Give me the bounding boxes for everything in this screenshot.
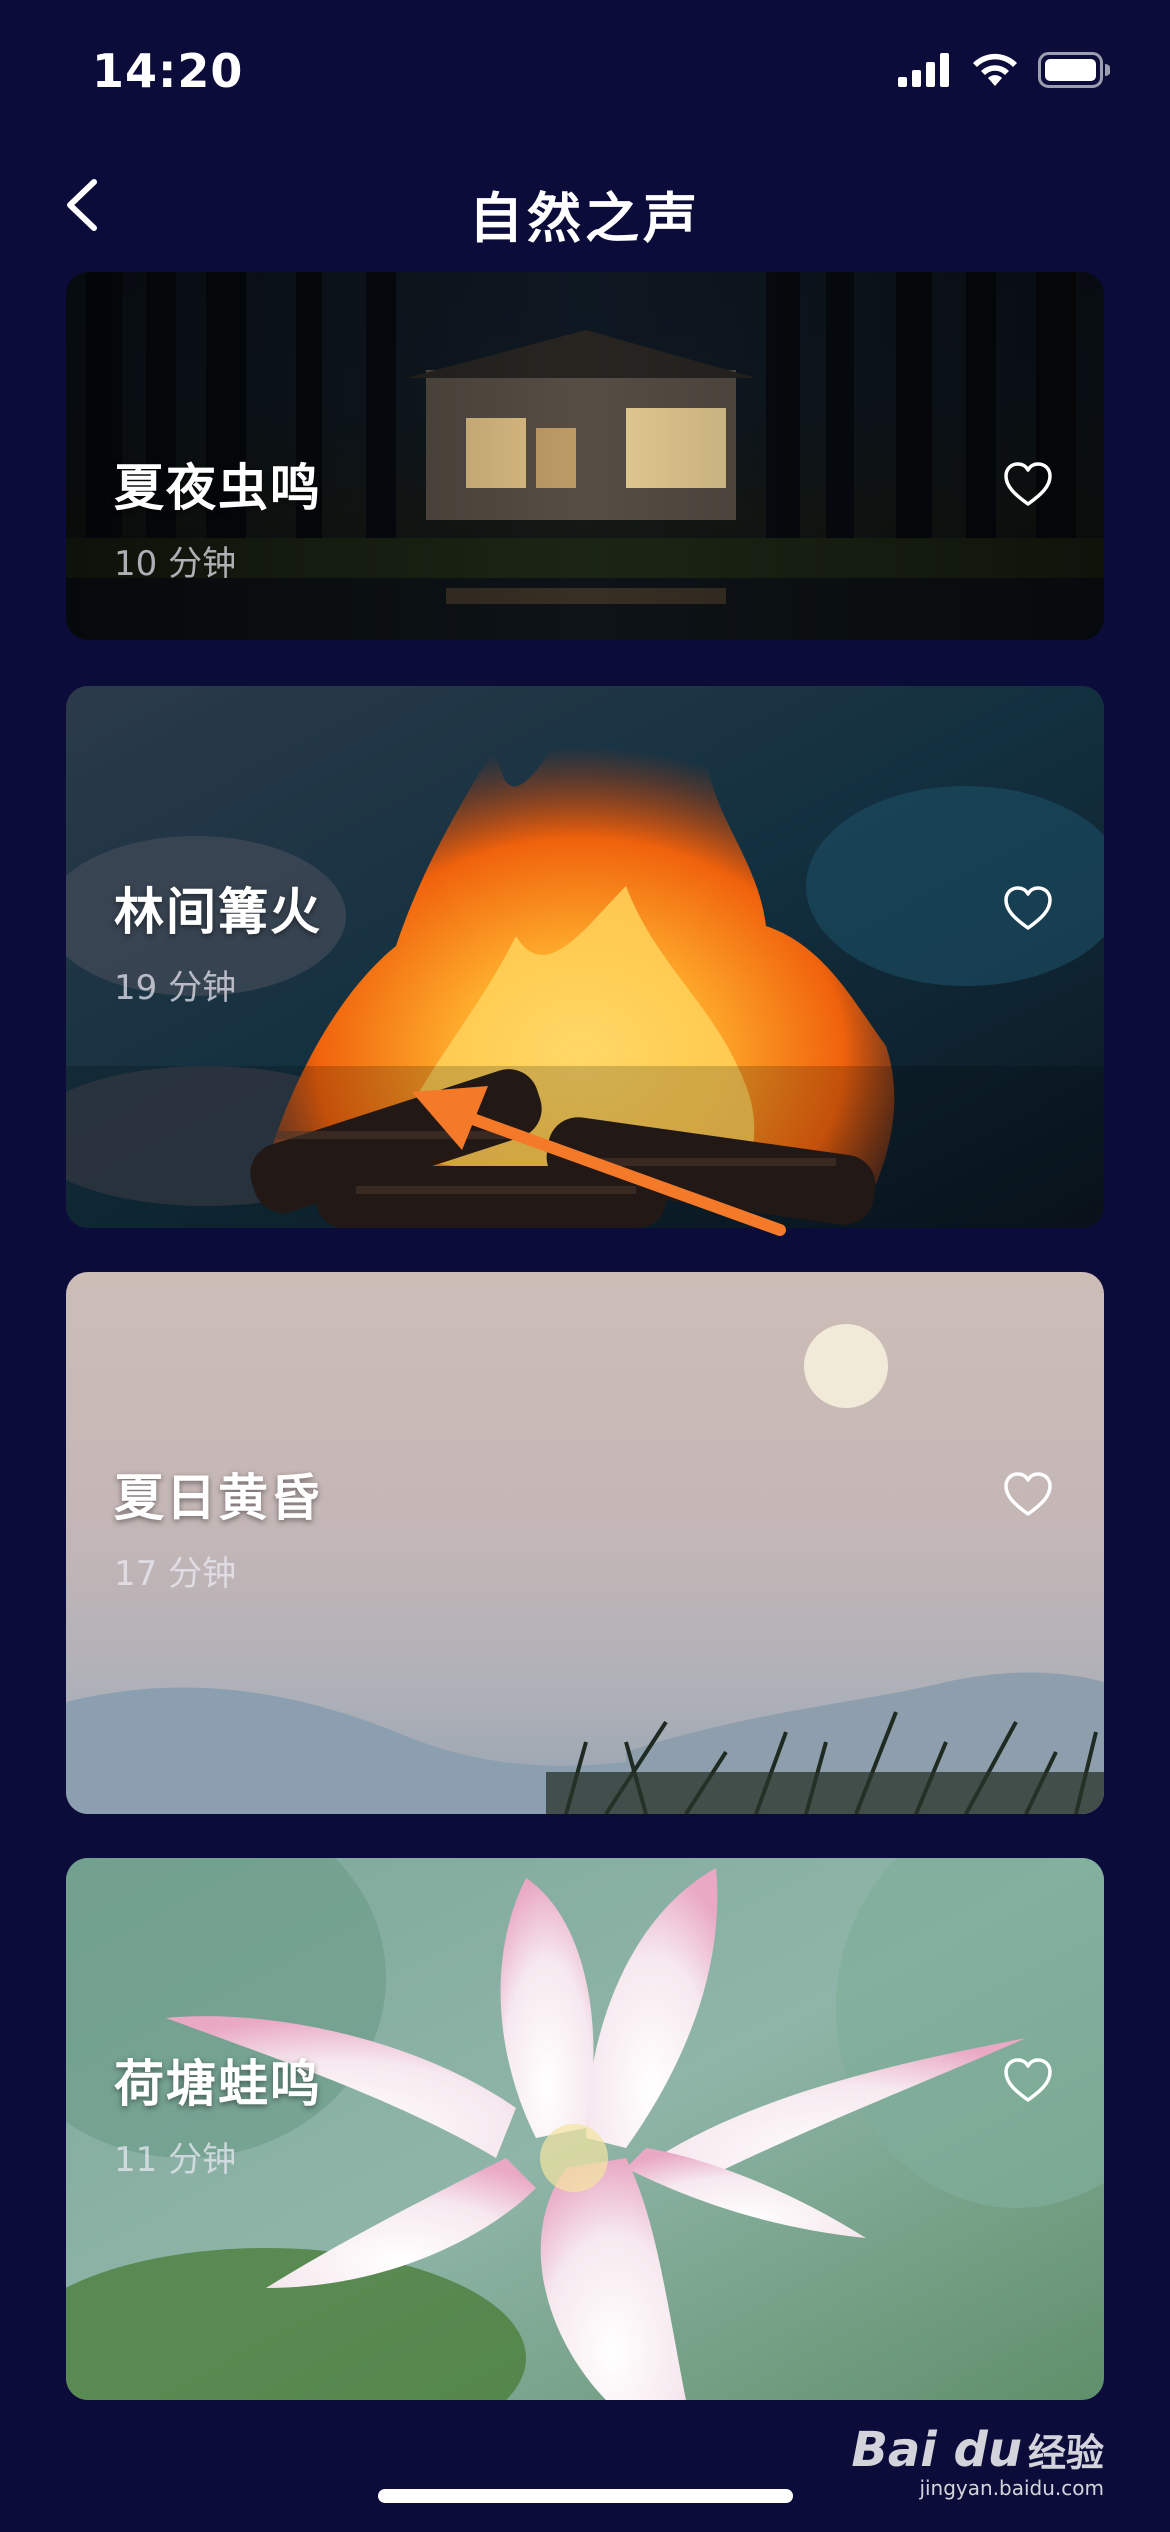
nav-bar: 自然之声 xyxy=(0,150,1170,260)
sound-card[interactable]: 夏夜虫鸣 10 分钟 xyxy=(66,272,1104,640)
status-time: 14:20 xyxy=(92,44,244,98)
cellular-signal-icon xyxy=(898,53,949,87)
battery-icon xyxy=(1038,52,1110,88)
card-image-summer-dusk xyxy=(66,1272,1104,1814)
sound-title: 夏日黄昏 xyxy=(114,1469,322,1527)
sound-card[interactable]: 荷塘蛙鸣 11 分钟 xyxy=(66,1858,1104,2400)
wifi-icon xyxy=(973,53,1017,86)
watermark: Bai du 经验 jingyan.baidu.com xyxy=(851,2422,1104,2500)
sound-card[interactable]: 夏日黄昏 17 分钟 xyxy=(66,1272,1104,1814)
sound-duration: 19 分钟 xyxy=(114,968,237,1008)
heart-icon[interactable] xyxy=(1002,884,1054,932)
sound-duration: 10 分钟 xyxy=(114,544,237,584)
heart-icon[interactable] xyxy=(1002,2056,1054,2104)
page-title: 自然之声 xyxy=(469,187,701,250)
sound-duration: 11 分钟 xyxy=(114,2140,237,2180)
home-indicator[interactable] xyxy=(378,2489,793,2503)
sound-title: 荷塘蛙鸣 xyxy=(114,2055,322,2113)
status-icons xyxy=(898,52,1110,88)
sound-card[interactable]: 林间篝火 19 分钟 xyxy=(66,686,1104,1228)
watermark-logo: Bai du xyxy=(851,2422,1022,2478)
watermark-url: jingyan.baidu.com xyxy=(919,2476,1104,2500)
sound-title: 林间篝火 xyxy=(114,883,322,941)
sound-title: 夏夜虫鸣 xyxy=(114,459,322,517)
watermark-text: 经验 xyxy=(1027,2431,1104,2475)
card-image-campfire xyxy=(66,686,1104,1228)
heart-icon[interactable] xyxy=(1002,460,1054,508)
sound-duration: 17 分钟 xyxy=(114,1554,237,1594)
status-bar: 14:20 xyxy=(0,0,1170,150)
heart-icon[interactable] xyxy=(1002,1470,1054,1518)
card-image-lotus-pond xyxy=(66,1858,1104,2400)
